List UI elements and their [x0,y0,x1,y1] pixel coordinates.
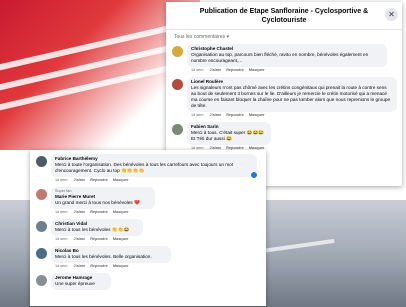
comment-actions: 1d sem. J'aime Répondre Masquer [187,67,387,73]
comment-bubble: Nicolas Bo Merci à tous les bénévoles. B… [51,246,171,263]
hide-link[interactable]: Masquer [249,68,265,72]
hide-link[interactable]: Masquer [249,113,265,117]
comment: Lionel Roulère Les signaleurs n'ont pas … [166,75,402,120]
hide-link[interactable]: Masquer [113,210,129,214]
comment-time[interactable]: 1d sem. [55,178,69,182]
like-link[interactable]: J'aime [74,237,86,241]
comment: Nicolas Bo Merci à tous les bénévoles. B… [30,244,266,271]
reply-link[interactable]: Répondre [90,178,108,182]
comment: Jerome Hamrage Une super épreuve [30,271,266,292]
comment-text: Merci à toute l'organisation. Des bénévo… [55,162,234,173]
avatar[interactable] [36,275,47,286]
comment-time[interactable]: 1d sem. [191,68,205,72]
avatar[interactable] [36,189,47,200]
comment: Christophe Chastel Organisation au top, … [166,42,402,75]
comment-time[interactable]: 1d sem. [55,210,69,214]
comment-bubble: Lionel Roulère Les signaleurs n'ont pas … [187,77,397,112]
dialog-title: Publication de Etape Sanfloraine - Cyclo… [199,7,369,24]
like-link[interactable]: J'aime [74,264,86,268]
comment-actions: 1d sem. J'aime Répondre Masquer [187,112,397,118]
comment: Fabrice Barthélemy Merci à toute l'organ… [30,150,266,185]
comment-bubble: Christian Vidal Merci à tous les bénévol… [51,219,143,236]
hide-link[interactable]: Masquer [113,178,129,182]
like-link[interactable]: J'aime [74,178,86,182]
avatar[interactable] [36,248,47,259]
comment-time[interactable]: 1d sem. [191,113,205,117]
comment-bubble: Fabrice Barthélemy Merci à toute l'organ… [51,154,257,177]
comment: Fabien Sarin Merci à tous. C'était super… [166,120,402,153]
like-link[interactable]: J'aime [210,68,222,72]
filter-label: Tous les commentaires [174,34,226,40]
comment-text-line-2: Et Téti dur aussi 😂 [191,136,232,141]
comment-actions: 1d sem. J'aime Répondre Masquer [51,236,143,242]
like-link[interactable]: J'aime [74,210,86,214]
comment-actions: 1d sem. J'aime Répondre Masquer [51,209,155,215]
reply-link[interactable]: Répondre [90,264,108,268]
avatar[interactable] [172,46,183,57]
reply-link[interactable]: Répondre [90,210,108,214]
like-link[interactable]: J'aime [210,113,222,117]
comment-time[interactable]: 1d sem. [55,264,69,268]
dialog-header: Publication de Etape Sanfloraine - Cyclo… [166,2,402,30]
comment-text: Les signaleurs n'ont pas chômé avec les … [191,85,391,108]
hide-link[interactable]: Masquer [113,264,129,268]
comment-time[interactable]: 1d sem. [55,237,69,241]
comment-text: Merci à tous les bénévoles 👏👏😂 [55,227,130,232]
comment-text: Merci à tous les bénévoles. Belle organi… [55,254,152,259]
comment-filter[interactable]: Tous les commentaires ▾ [166,30,402,42]
comment-bubble: Fabien Sarin Merci à tous. C'était super… [187,122,271,145]
like-reaction-icon[interactable] [250,171,258,179]
chevron-down-icon: ▾ [226,34,230,40]
comment-text: Un grand merci à tous nos bénévoles ❤️ [55,200,140,205]
avatar[interactable] [172,79,183,90]
reply-link[interactable]: Répondre [226,113,244,117]
avatar[interactable] [172,124,183,135]
comment: Christian Vidal Merci à tous les bénévol… [30,217,266,244]
comment-text: Une super épreuve [55,281,95,286]
comment-bubble: Super fan Marie Pierre Muret Un grand me… [51,187,155,209]
comment-bubble: Christophe Chastel Organisation au top, … [187,44,387,67]
avatar[interactable] [36,221,47,232]
avatar[interactable] [36,156,47,167]
close-icon[interactable]: ✕ [385,8,398,21]
comments-list-panel: Fabrice Barthélemy Merci à toute l'organ… [30,150,266,306]
comment-actions: 1d sem. J'aime Répondre Masquer [51,263,171,269]
comment-actions: 1d sem. J'aime Répondre Masquer [51,177,257,183]
reply-link[interactable]: Répondre [90,237,108,241]
reply-link[interactable]: Répondre [226,68,244,72]
comment-text: Organisation au top, parcours bien fléch… [191,52,369,63]
comment-bubble: Jerome Hamrage Une super épreuve [51,273,111,290]
hide-link[interactable]: Masquer [113,237,129,241]
comment: Super fan Marie Pierre Muret Un grand me… [30,185,266,217]
